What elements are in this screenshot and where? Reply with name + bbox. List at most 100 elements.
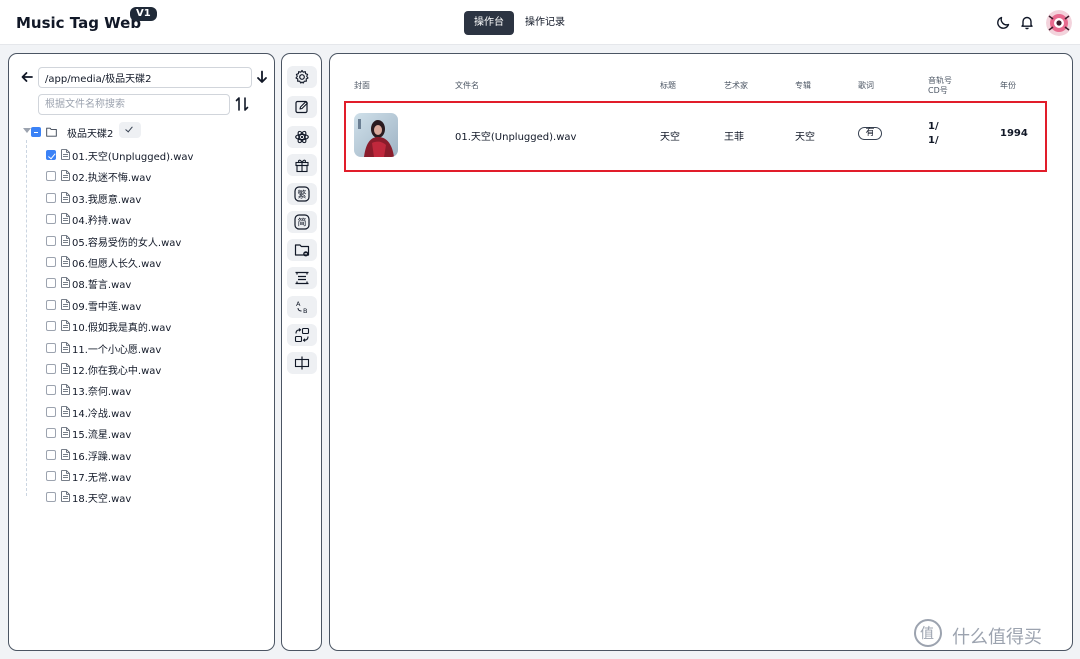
file-checkbox[interactable] [46, 406, 56, 417]
confirm-check-button[interactable] [119, 122, 141, 138]
tab-operation-log[interactable]: 操作记录 [515, 11, 575, 35]
file-checkbox[interactable] [46, 171, 56, 182]
file-icon [61, 320, 70, 331]
version-badge: V1 [130, 7, 157, 21]
file-checkbox[interactable] [46, 449, 56, 460]
file-checkbox[interactable] [46, 385, 56, 396]
file-checkbox[interactable] [46, 214, 56, 225]
edit-tool-button[interactable] [287, 96, 317, 118]
file-item[interactable]: 04.矜持.wav [46, 211, 266, 227]
watermark-logo-icon: 值 [914, 619, 942, 647]
path-input[interactable] [38, 67, 252, 88]
file-checkbox[interactable] [46, 471, 56, 481]
traditional-char-icon: 繁 [294, 186, 310, 202]
file-item[interactable]: 18.天空.wav [46, 489, 266, 505]
align-tool-button[interactable] [287, 267, 317, 289]
split-tool-button[interactable] [287, 352, 317, 374]
bell-icon[interactable] [1019, 14, 1035, 30]
file-checkbox[interactable] [46, 321, 56, 332]
file-label: 15.流星.wav [72, 430, 132, 442]
swap-icon [294, 327, 310, 343]
file-item[interactable]: 10.假如我是真的.wav [46, 318, 266, 334]
album-cover-image [354, 113, 398, 157]
swap-tool-button[interactable] [287, 324, 317, 346]
header-track: 音轨号 [928, 76, 952, 85]
svg-text:A: A [296, 300, 301, 308]
file-item[interactable]: 17.无常.wav [46, 468, 266, 484]
cell-title: 天空 [660, 132, 680, 143]
file-tree-panel: 极品天碟2 01.天空(Unplugged).wav 02.执迷不悔.wav 03.… [8, 53, 275, 651]
traditional-char-glyph: 繁 [297, 189, 306, 201]
down-arrow-icon[interactable] [256, 70, 268, 84]
file-checkbox[interactable] [46, 364, 56, 374]
file-checkbox[interactable] [46, 150, 56, 160]
simplified-char-glyph: 简 [297, 217, 306, 229]
file-label: 06.但愿人长久.wav [72, 259, 162, 270]
lyrics-badge: 有 [858, 127, 882, 140]
file-item[interactable]: 12.你在我心中.wav [46, 361, 266, 377]
file-checkbox[interactable] [46, 192, 56, 203]
file-icon [61, 448, 70, 460]
file-checkbox[interactable] [46, 342, 56, 353]
moon-icon[interactable] [996, 14, 1012, 30]
gift-icon [295, 159, 309, 173]
file-checkbox[interactable] [46, 257, 56, 267]
file-label: 08.誓言.wav [72, 280, 132, 292]
file-label: 01.天空(Unplugged).wav [72, 152, 194, 163]
file-item[interactable]: 09.雪中莲.wav [46, 297, 266, 313]
file-item[interactable]: 06.但愿人长久.wav [46, 254, 266, 270]
cell-track: 1/ [928, 121, 939, 132]
svg-text:B: B [303, 307, 307, 315]
letter-case-tool-button[interactable]: A B [287, 296, 317, 318]
cell-filename: 01.天空(Unplugged).wav [455, 132, 577, 143]
folder-remove-tool-button[interactable] [287, 239, 317, 261]
file-item[interactable]: 01.天空(Unplugged).wav [46, 147, 266, 163]
header-album: 专辑 [795, 81, 811, 90]
file-item[interactable]: 16.浮躁.wav [46, 447, 266, 463]
tab-console[interactable]: 操作台 [464, 11, 514, 35]
header-year: 年份 [1000, 81, 1016, 90]
file-icon [61, 298, 70, 310]
file-item[interactable]: 15.流星.wav [46, 425, 266, 441]
settings-tool-button[interactable] [287, 66, 317, 88]
root-checkbox[interactable] [31, 127, 41, 137]
file-item[interactable]: 11.一个小心愿.wav [46, 340, 266, 356]
search-input[interactable] [38, 94, 230, 115]
simplified-chinese-tool-button[interactable]: 简 [287, 211, 317, 233]
cell-year: 1994 [1000, 128, 1028, 139]
file-item[interactable]: 05.容易受伤的女人.wav [46, 233, 266, 249]
file-checkbox[interactable] [46, 492, 56, 503]
file-icon [61, 234, 70, 246]
file-icon [61, 470, 70, 481]
file-item[interactable]: 14.冷战.wav [46, 404, 266, 420]
app-title: Music Tag Web [16, 14, 142, 32]
expand-caret-icon[interactable] [23, 128, 31, 133]
file-item[interactable]: 03.我愿意.wav [46, 190, 266, 206]
back-arrow-icon[interactable] [20, 70, 34, 84]
file-label: 05.容易受伤的女人.wav [72, 237, 182, 249]
tree-guide-line [26, 140, 27, 496]
file-label: 09.雪中莲.wav [72, 301, 142, 313]
avatar[interactable] [1046, 10, 1072, 36]
file-item[interactable]: 13.奈何.wav [46, 382, 266, 398]
file-checkbox[interactable] [46, 428, 56, 439]
letter-case-icon: A B [296, 300, 307, 315]
header-lyrics: 歌词 [858, 81, 874, 90]
file-label: 18.天空.wav [72, 494, 132, 506]
avatar-image [1046, 10, 1072, 36]
file-checkbox[interactable] [46, 278, 56, 289]
file-icon [61, 427, 70, 438]
file-icon [61, 256, 70, 267]
traditional-chinese-tool-button[interactable]: 繁 [287, 183, 317, 205]
file-item[interactable]: 02.执迷不悔.wav [46, 168, 266, 184]
sort-icon[interactable] [235, 96, 249, 112]
table-row[interactable] [344, 101, 1047, 172]
file-checkbox[interactable] [46, 235, 56, 246]
atom-tool-button[interactable] [287, 126, 317, 148]
gift-tool-button[interactable] [287, 154, 317, 176]
cell-cd: 1/ [928, 135, 939, 146]
file-item[interactable]: 08.誓言.wav [46, 275, 266, 291]
file-checkbox[interactable] [46, 299, 56, 310]
cell-artist: 王菲 [724, 132, 744, 143]
album-cover[interactable] [354, 113, 398, 157]
